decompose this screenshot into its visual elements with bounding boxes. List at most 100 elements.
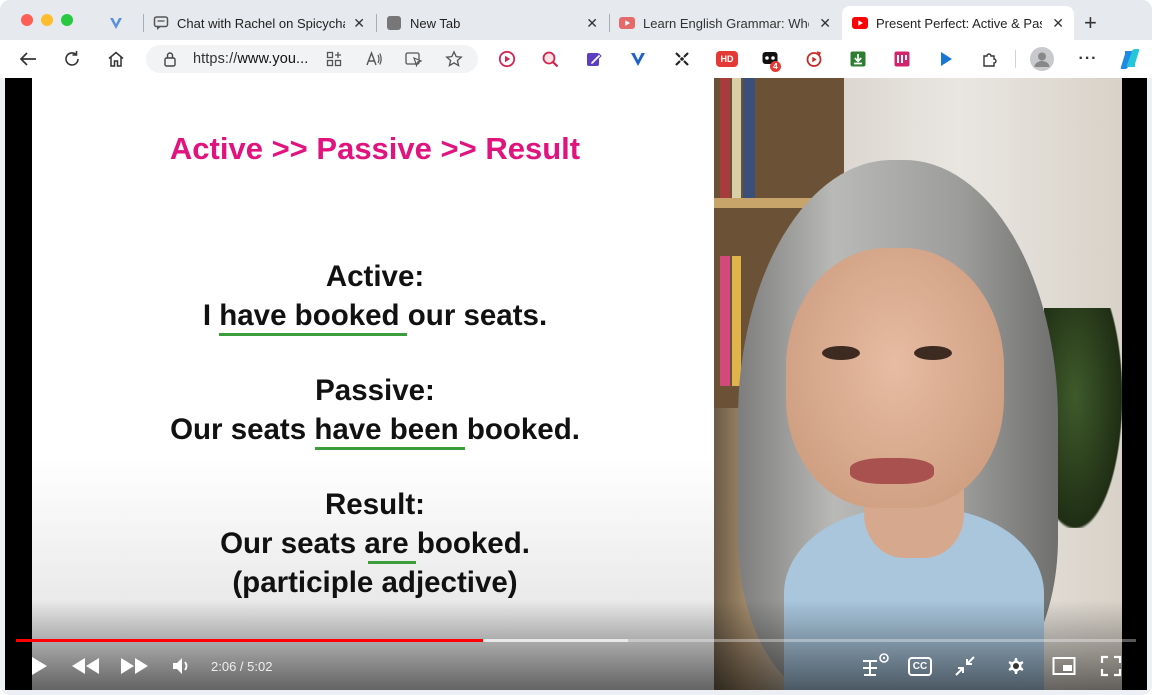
youtube-icon (619, 15, 635, 31)
vivaldi-v-icon (108, 15, 124, 31)
extension-badge: 4 (770, 61, 781, 72)
captions-button[interactable]: CC (907, 653, 933, 679)
tab-chat-rachel[interactable]: Chat with Rachel on Spicychat ✕ (153, 6, 375, 40)
tab-title: Chat with Rachel on Spicychat (177, 15, 345, 31)
volume-icon (173, 658, 188, 674)
minimize-window-button[interactable] (41, 14, 53, 26)
puzzle-extensions-icon[interactable] (980, 49, 1000, 69)
read-aloud-icon[interactable] (365, 50, 383, 73)
progress-bar[interactable] (16, 639, 1136, 642)
presenter-eye-left (822, 346, 860, 360)
miniplayer-icon (1052, 657, 1076, 675)
new-tab-page-icon (386, 15, 402, 31)
person-icon (1034, 52, 1050, 67)
close-tab-icon[interactable]: ✕ (1052, 15, 1064, 32)
youtube-icon (852, 15, 868, 31)
result-verb-underline (368, 561, 416, 564)
tab-separator (609, 14, 610, 32)
lock-icon[interactable] (163, 51, 177, 72)
volume-button[interactable] (169, 653, 195, 679)
more-menu-button[interactable]: ··· (1077, 48, 1099, 70)
close-tab-icon[interactable]: ✕ (353, 15, 365, 32)
tab-title: Learn English Grammar: When (643, 15, 809, 31)
fullscreen-button[interactable] (1099, 653, 1123, 679)
result-note: (participle adjective) (232, 566, 518, 599)
zoom-window-button[interactable] (61, 14, 73, 26)
tab-title: New Tab (410, 15, 461, 31)
miniplayer-collapse-button[interactable] (953, 653, 977, 679)
address-bar[interactable]: https://www.you... (146, 45, 478, 73)
result-heading: Result: (325, 488, 425, 521)
book-spine (732, 78, 741, 198)
tab-new-tab[interactable]: New Tab ✕ (386, 6, 608, 40)
new-tab-button[interactable]: + (1084, 6, 1108, 40)
miniplayer-button[interactable] (1051, 653, 1077, 679)
close-tab-icon[interactable]: ✕ (819, 15, 831, 32)
passive-sentence: Our seats have been booked. (170, 413, 580, 446)
favorite-star-icon[interactable] (445, 50, 463, 73)
profile-avatar[interactable] (1030, 47, 1054, 71)
cc-icon: CC (907, 656, 933, 676)
app-available-icon[interactable] (326, 51, 342, 72)
hd-extension-icon[interactable]: HD (716, 51, 738, 67)
time-display: 2:06 / 5:02 (211, 659, 273, 674)
active-heading: Active: (325, 260, 425, 293)
video-player[interactable]: Active >> Passive >> Result Active: I ha… (5, 78, 1147, 690)
book-spine (743, 78, 755, 198)
passive-verb-underline (315, 447, 465, 450)
immersive-reader-icon[interactable] (405, 51, 423, 72)
cursor-extension-icon[interactable] (936, 49, 956, 69)
download-extension-icon[interactable] (848, 49, 868, 69)
passive-heading: Passive: (315, 374, 435, 407)
presenter-mouth (850, 458, 934, 484)
tab-separator (376, 14, 377, 32)
rewind-icon (72, 658, 99, 674)
ellipsis-icon: ··· (1078, 50, 1098, 67)
url-text: https://www.you... (193, 51, 308, 67)
play-button[interactable] (27, 653, 51, 679)
url-scheme: https:// (193, 51, 238, 67)
toolbar-divider (1015, 50, 1016, 68)
notifications-extension-icon[interactable]: 4 (760, 49, 781, 72)
lesson-slide: Active >> Passive >> Result Active: I ha… (32, 78, 718, 690)
book-spine (732, 256, 741, 386)
active-verb-underline (219, 333, 407, 336)
autoplay-gear-icon (863, 653, 889, 676)
vivaldi-extension-icon[interactable] (628, 49, 648, 69)
presenter-video (714, 78, 1122, 690)
collapse-arrows-icon (955, 656, 975, 676)
back-button[interactable] (17, 48, 39, 70)
close-window-button[interactable] (21, 14, 33, 26)
tab-separator (143, 14, 144, 32)
tab-title: Present Perfect: Active & Passive (876, 15, 1042, 31)
pen-extension-icon[interactable] (584, 49, 604, 69)
browser-window: Chat with Rachel on Spicychat ✕ New Tab … (0, 0, 1152, 695)
settings-button[interactable] (1003, 653, 1029, 679)
tab-vivaldi[interactable] (108, 6, 138, 40)
sparkle-extension-icon[interactable] (672, 49, 692, 69)
search-lens-extension-icon[interactable] (540, 49, 560, 69)
copilot-button[interactable] (1119, 48, 1141, 70)
rewind-button[interactable] (69, 653, 101, 679)
hd-label: HD (720, 54, 734, 64)
fast-forward-button[interactable] (119, 653, 151, 679)
presenter-eye-right (914, 346, 952, 360)
tab-learn-english[interactable]: Learn English Grammar: When ✕ (619, 6, 841, 40)
home-button[interactable] (105, 48, 127, 70)
tasks-extension-icon[interactable] (892, 49, 912, 69)
active-sentence: I have booked our seats. (202, 299, 548, 332)
autoplay-settings-button[interactable] (860, 653, 890, 679)
reload-button[interactable] (61, 48, 83, 70)
record-extension-icon[interactable] (497, 49, 517, 69)
browser-toolbar: https://www.you... HD 4 ··· (0, 40, 1152, 78)
tab-bar: Chat with Rachel on Spicychat ✕ New Tab … (0, 0, 1152, 42)
book-spine (720, 78, 730, 198)
slide-title: Active >> Passive >> Result (169, 131, 581, 166)
tab-present-perfect[interactable]: Present Perfect: Active & Passive ✕ (842, 6, 1074, 40)
result-sentence: Our seats are booked. (220, 527, 530, 560)
close-tab-icon[interactable]: ✕ (586, 15, 598, 32)
video-loop-extension-icon[interactable] (804, 49, 824, 69)
chat-bubble-icon (153, 15, 169, 31)
copilot-icon (1120, 49, 1140, 69)
play-icon (32, 657, 47, 675)
